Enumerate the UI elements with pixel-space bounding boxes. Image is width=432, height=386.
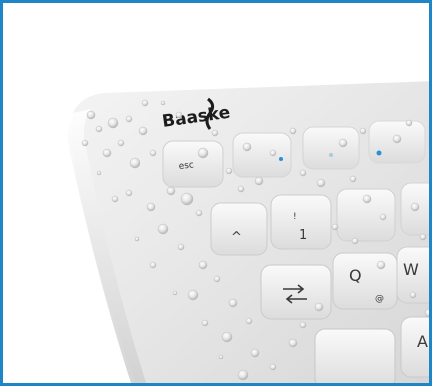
water-droplet xyxy=(228,298,238,308)
water-droplet xyxy=(129,157,141,169)
keyboard-photo: Baaske esc ^ ! 1 Q @ W A xyxy=(67,81,429,383)
water-droplet xyxy=(331,223,339,231)
key-a-label: A xyxy=(417,332,428,351)
water-droplet xyxy=(237,369,249,381)
water-droplet xyxy=(338,138,348,148)
water-droplet xyxy=(81,139,89,147)
water-droplet xyxy=(254,176,264,186)
water-droplet xyxy=(197,147,209,159)
led-indicator xyxy=(279,157,283,161)
water-droplet xyxy=(149,261,157,269)
water-droplet xyxy=(172,290,178,296)
water-droplet xyxy=(218,354,224,360)
water-droplet xyxy=(225,167,233,175)
water-droplet xyxy=(86,110,96,120)
key-exclaim-label: ! xyxy=(293,212,297,222)
water-droplet xyxy=(314,302,324,312)
water-droplet xyxy=(111,195,119,203)
water-droplet xyxy=(125,189,133,197)
water-droplet xyxy=(316,178,326,188)
water-droplet xyxy=(146,202,156,212)
water-droplet xyxy=(157,223,169,235)
water-droplet xyxy=(138,126,148,136)
water-droplet xyxy=(410,202,420,212)
water-droplet xyxy=(211,129,219,137)
water-droplet xyxy=(117,139,125,147)
water-droplet xyxy=(166,186,176,196)
water-droplet xyxy=(359,127,367,135)
water-droplet xyxy=(221,331,233,343)
image-frame: Baaske esc ^ ! 1 Q @ W A xyxy=(0,0,432,386)
water-droplet xyxy=(419,233,427,241)
water-droplet xyxy=(141,99,149,107)
water-droplet xyxy=(195,209,203,217)
water-droplet xyxy=(180,192,194,206)
key-caret xyxy=(210,202,268,256)
water-droplet xyxy=(250,348,260,358)
water-droplet xyxy=(362,194,372,204)
key-one-label: 1 xyxy=(299,228,307,243)
led-indicator xyxy=(376,150,382,156)
water-droplet xyxy=(299,169,307,177)
water-droplet xyxy=(289,127,297,135)
water-droplet xyxy=(405,119,413,127)
water-droplet xyxy=(96,170,102,176)
water-droplet xyxy=(95,125,103,133)
water-droplet xyxy=(175,111,183,119)
water-droplet xyxy=(107,117,119,129)
water-droplet xyxy=(409,291,417,299)
water-droplet xyxy=(269,363,277,371)
water-droplet xyxy=(269,149,277,157)
water-droplet xyxy=(125,115,133,123)
water-droplet xyxy=(134,236,140,242)
water-droplet xyxy=(245,317,253,325)
water-droplet xyxy=(160,100,166,106)
water-droplet xyxy=(288,338,298,348)
water-droplet xyxy=(198,260,208,270)
water-droplet xyxy=(242,142,252,152)
key-caret-label: ^ xyxy=(231,230,242,245)
water-droplet xyxy=(351,237,359,245)
water-droplet xyxy=(187,289,199,301)
key-w-label: W xyxy=(403,260,419,279)
water-droplet xyxy=(392,134,402,144)
water-droplet xyxy=(213,275,221,283)
water-droplet xyxy=(299,321,307,329)
water-droplet xyxy=(376,260,386,270)
water-droplet xyxy=(177,243,185,251)
water-droplet xyxy=(149,149,157,157)
water-droplet xyxy=(379,213,387,221)
key-q-label: Q xyxy=(349,266,362,285)
water-droplet xyxy=(201,319,209,327)
water-droplet xyxy=(237,185,245,193)
water-droplet xyxy=(424,308,429,318)
water-droplet xyxy=(102,148,112,158)
key-q xyxy=(332,252,398,310)
water-droplet xyxy=(349,175,357,183)
key-esc-label: esc xyxy=(178,160,194,172)
key-at-label: @ xyxy=(375,294,384,304)
